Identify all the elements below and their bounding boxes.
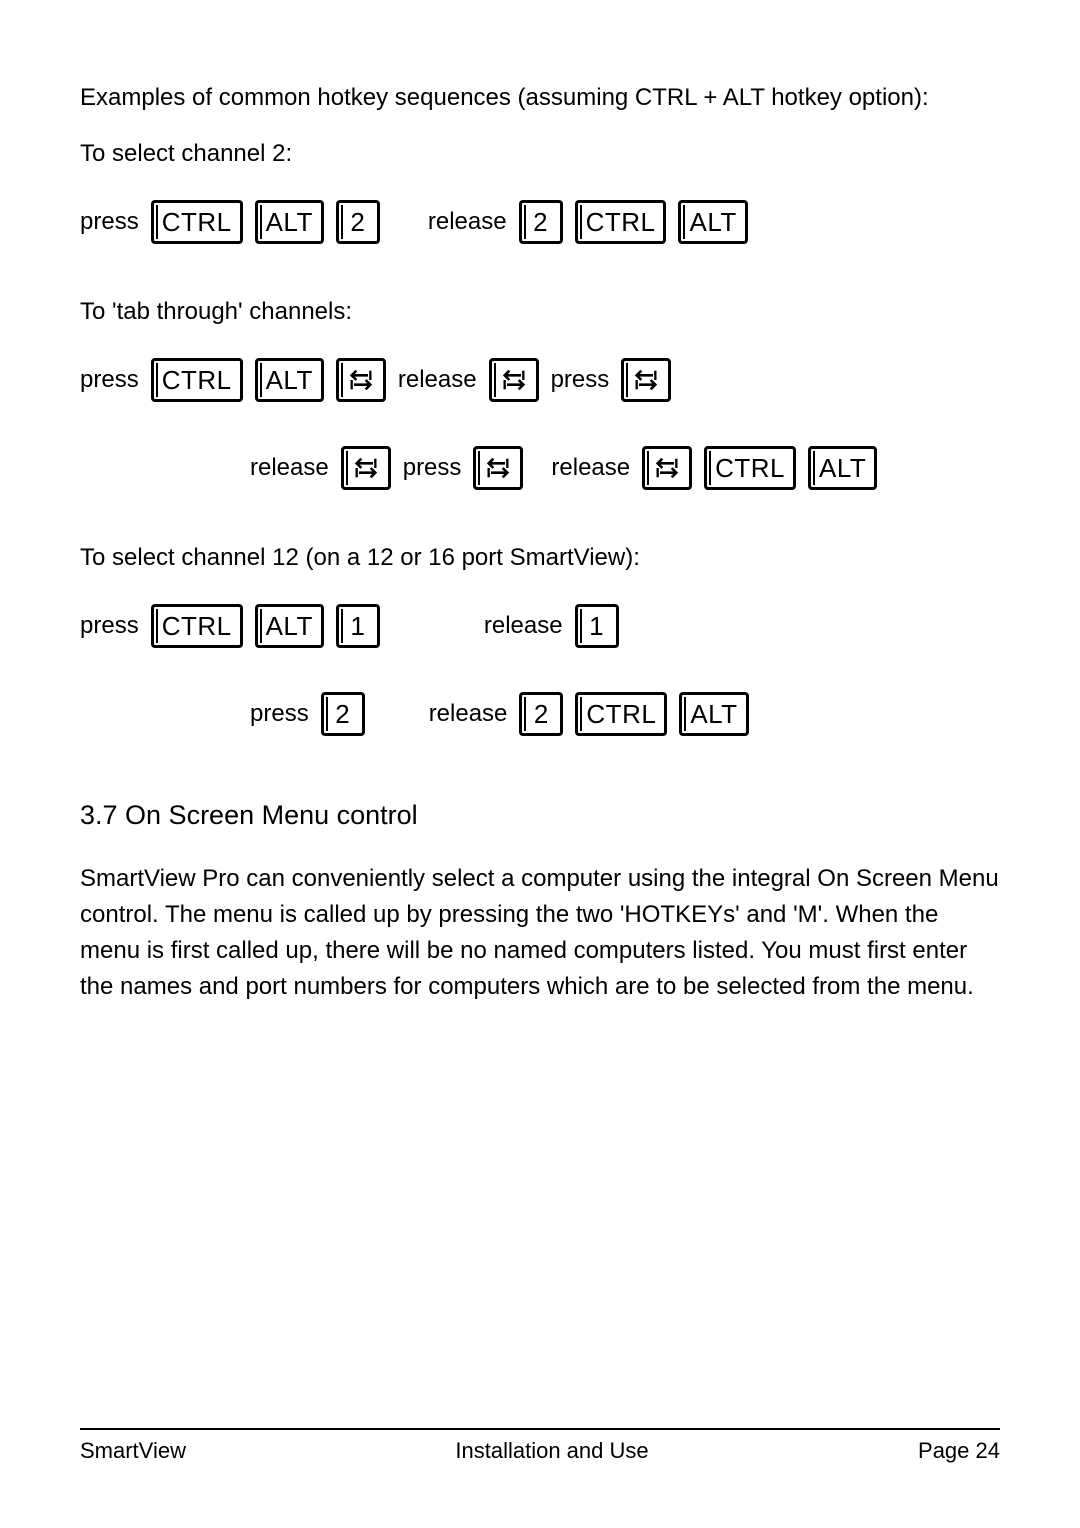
press-label: press <box>80 612 139 640</box>
footer-center: Installation and Use <box>455 1438 648 1464</box>
two-key-icon: 2 <box>519 692 563 736</box>
press-label: press <box>250 700 309 728</box>
section-body: SmartView Pro can conveniently select a … <box>80 861 1000 1005</box>
alt-key-icon: ALT <box>255 358 324 402</box>
ctrl-key-icon: CTRL <box>151 200 243 244</box>
ctrl-key-icon: CTRL <box>575 200 667 244</box>
sequence-row: press 2 release 2 CTRL ALT <box>80 692 1000 736</box>
sequence-row: press CTRL ALT 2 release 2 CTRL ALT <box>80 200 1000 244</box>
ctrl-key-icon: CTRL <box>704 446 796 490</box>
alt-key-icon: ALT <box>255 200 324 244</box>
footer-right: Page 24 <box>918 1438 1000 1464</box>
tab-key-icon <box>621 358 671 402</box>
section-heading: 3.7 On Screen Menu control <box>80 800 1000 831</box>
release-label: release <box>428 208 507 236</box>
page-footer: SmartView Installation and Use Page 24 <box>80 1428 1000 1464</box>
release-label: release <box>429 700 508 728</box>
one-key-icon: 1 <box>575 604 619 648</box>
press-label: press <box>551 366 610 394</box>
tab-key-icon <box>642 446 692 490</box>
example1-title: To select channel 2: <box>80 136 1000 172</box>
sequence-row: press CTRL ALT 1 release 1 <box>80 604 1000 648</box>
release-label: release <box>398 366 477 394</box>
press-label: press <box>80 366 139 394</box>
alt-key-icon: ALT <box>808 446 877 490</box>
tab-key-icon <box>473 446 523 490</box>
footer-left: SmartView <box>80 1438 186 1464</box>
release-label: release <box>484 612 563 640</box>
sequence-row: press CTRL ALT release press <box>80 358 1000 402</box>
ctrl-key-icon: CTRL <box>151 358 243 402</box>
example3-title: To select channel 12 (on a 12 or 16 port… <box>80 540 1000 576</box>
example2-title: To 'tab through' channels: <box>80 294 1000 330</box>
two-key-icon: 2 <box>321 692 365 736</box>
release-label: release <box>551 454 630 482</box>
alt-key-icon: ALT <box>255 604 324 648</box>
press-label: press <box>403 454 462 482</box>
alt-key-icon: ALT <box>678 200 747 244</box>
ctrl-key-icon: CTRL <box>575 692 667 736</box>
sequence-row: release press release <box>80 446 1000 490</box>
alt-key-icon: ALT <box>679 692 748 736</box>
tab-key-icon <box>341 446 391 490</box>
release-label: release <box>250 454 329 482</box>
tab-key-icon <box>336 358 386 402</box>
tab-key-icon <box>489 358 539 402</box>
two-key-icon: 2 <box>519 200 563 244</box>
ctrl-key-icon: CTRL <box>151 604 243 648</box>
two-key-icon: 2 <box>336 200 380 244</box>
press-label: press <box>80 208 139 236</box>
one-key-icon: 1 <box>336 604 380 648</box>
intro-text: Examples of common hotkey sequences (ass… <box>80 80 1000 116</box>
